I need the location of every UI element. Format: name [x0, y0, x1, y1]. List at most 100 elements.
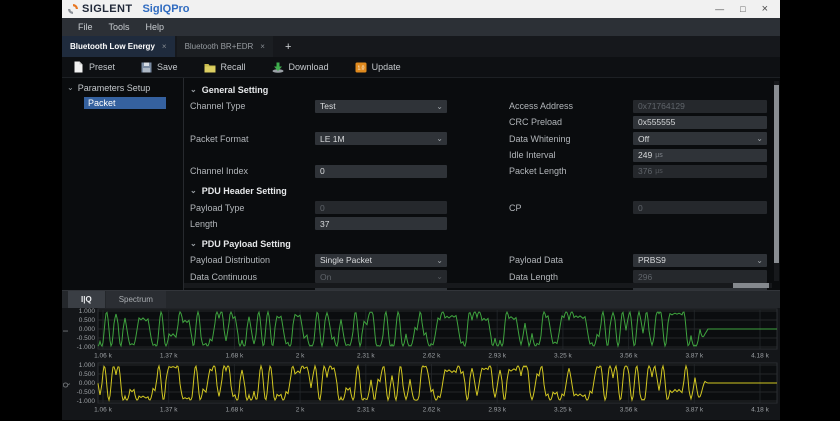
tab-spectrum[interactable]: Spectrum [106, 291, 166, 308]
section-pdu-payload-setting[interactable]: ⌄PDU Payload Setting [190, 232, 780, 252]
q-chart: 1.0000.5000.000-0.500-1.0001.06 k1.37 k1… [62, 362, 780, 416]
x-tick-label: 3.87 k [685, 407, 703, 414]
close-tab-icon[interactable]: × [260, 42, 265, 51]
bottom-panel: I|QSpectrum 1.0000.5000.000-0.500-1.0001… [62, 290, 780, 420]
axis-label: I [63, 330, 70, 332]
tab-label: Bluetooth BR+EDR [185, 42, 254, 51]
menu-item-help[interactable]: Help [138, 22, 173, 32]
channel-type-select[interactable]: Test⌄ [315, 100, 447, 113]
form-row: Payload Type0CP0 [190, 199, 780, 215]
x-tick-label: 2.93 k [488, 407, 506, 414]
content: ⌄ Parameters Setup Packet ⌄General Setti… [62, 78, 780, 290]
minimize-button[interactable]: — [715, 0, 724, 18]
x-tick-label: 1.37 k [160, 407, 178, 414]
scrollbar-thumb[interactable] [774, 85, 779, 263]
y-tick-label: 0.000 [79, 380, 96, 387]
y-tick-label: -0.500 [77, 335, 96, 342]
menu-item-file[interactable]: File [70, 22, 101, 32]
sidebar-item-packet[interactable]: Packet [84, 97, 166, 109]
field-label: Data Continuous [190, 272, 315, 282]
bottom-tab-bar: I|QSpectrum [62, 291, 780, 308]
field-unit: µs [655, 152, 663, 159]
menu-item-tools[interactable]: Tools [101, 22, 138, 32]
x-tick-label: 2.31 k [357, 407, 375, 414]
access-address-input: 0x71764129 [633, 100, 767, 113]
x-tick-label: 3.87 k [685, 353, 703, 360]
update-button[interactable]: 1.0Update [355, 62, 401, 73]
channel-index-input[interactable]: 0 [315, 165, 447, 178]
field-label: Channel Type [190, 101, 315, 111]
x-tick-label: 4.18 k [751, 407, 769, 414]
packet-length-input: 376µs [633, 165, 767, 178]
x-tick-label: 2.62 k [423, 353, 441, 360]
scrollbar-thumb[interactable] [733, 283, 769, 288]
field-unit: µs [655, 168, 663, 175]
folder-icon [204, 62, 216, 73]
save-button[interactable]: Save [141, 62, 178, 73]
titlebar: SIGLENT SigIQPro — □ × [62, 0, 780, 18]
y-tick-label: -1.000 [77, 344, 96, 351]
download-icon [272, 62, 284, 73]
close-button[interactable]: × [762, 0, 768, 18]
field-value: Test [320, 101, 336, 111]
sidebar-item-parameters-setup[interactable]: ⌄ Parameters Setup [62, 83, 183, 93]
field-label: Channel Index [190, 166, 315, 176]
form-row: Idle Interval249µs [190, 147, 780, 163]
chevron-down-icon: ⌄ [436, 256, 443, 265]
x-tick-label: 1.68 k [226, 407, 244, 414]
add-tab-button[interactable]: + [275, 36, 301, 57]
x-tick-label: 2.93 k [488, 353, 506, 360]
field-label: Packet Format [190, 134, 315, 144]
i-chart-svg: 1.0000.5000.000-0.500-1.0001.06 k1.37 k1… [62, 308, 780, 362]
toolbar-button-label: Download [289, 62, 329, 72]
y-tick-label: 1.000 [79, 362, 96, 369]
field-label: Access Address [509, 101, 633, 111]
field-value: 376 [638, 166, 652, 176]
toolbar-button-label: Preset [89, 62, 115, 72]
preset-button[interactable]: Preset [73, 61, 115, 73]
field-label: Idle Interval [509, 150, 633, 160]
payload-distribution-select[interactable]: Single Packet⌄ [315, 254, 447, 267]
maximize-button[interactable]: □ [740, 0, 745, 18]
field-value: 296 [638, 272, 652, 282]
x-tick-label: 3.56 k [620, 407, 638, 414]
form-row: CRC Preload0x555555 [190, 114, 780, 130]
crc-preload-input[interactable]: 0x555555 [633, 116, 767, 129]
floppy-icon [141, 62, 152, 73]
data-length-input: 296 [633, 270, 767, 283]
chevron-down-icon: ⌄ [756, 134, 763, 143]
packet-format-select[interactable]: LE 1M⌄ [315, 132, 447, 145]
siglent-logo-icon [67, 3, 79, 15]
field-value: 0x555555 [638, 117, 675, 127]
sidebar: ⌄ Parameters Setup Packet [62, 78, 184, 290]
horizontal-scrollbar[interactable] [184, 283, 772, 288]
tab-bluetooth-low-energy[interactable]: Bluetooth Low Energy× [62, 36, 175, 57]
length-input[interactable]: 37 [315, 217, 447, 230]
x-tick-label: 2.62 k [423, 407, 441, 414]
section-title: General Setting [202, 85, 269, 95]
field-label: Payload Data [509, 255, 633, 265]
form-row: Length37 [190, 216, 780, 232]
section-pdu-header-setting[interactable]: ⌄PDU Header Setting [190, 179, 780, 199]
i-chart: 1.0000.5000.000-0.500-1.0001.06 k1.37 k1… [62, 308, 780, 362]
tab-bluetooth-br-edr[interactable]: Bluetooth BR+EDR × [177, 36, 273, 57]
tab-i-q[interactable]: I|Q [68, 291, 105, 308]
field-value: 249 [638, 150, 652, 160]
vertical-scrollbar[interactable] [774, 81, 779, 281]
chevron-down-icon: ⌄ [436, 272, 443, 281]
parameters-form: ⌄General SettingChannel TypeTest⌄Access … [184, 78, 780, 290]
x-tick-label: 3.25 k [554, 353, 572, 360]
idle-interval-input[interactable]: 249µs [633, 149, 767, 162]
data-whitening-select[interactable]: Off⌄ [633, 132, 767, 145]
chevron-down-icon: ⌄ [190, 240, 197, 248]
download-button[interactable]: Download [272, 62, 329, 73]
recall-button[interactable]: Recall [204, 62, 246, 73]
field-label: Payload Type [190, 203, 315, 213]
x-tick-label: 3.56 k [620, 353, 638, 360]
close-tab-icon[interactable]: × [162, 42, 167, 51]
chevron-down-icon: ⌄ [190, 187, 197, 195]
payload-data-select[interactable]: PRBS9⌄ [633, 254, 767, 267]
toolbar-button-label: Save [157, 62, 178, 72]
section-general-setting[interactable]: ⌄General Setting [190, 78, 780, 98]
x-tick-label: 3.25 k [554, 407, 572, 414]
